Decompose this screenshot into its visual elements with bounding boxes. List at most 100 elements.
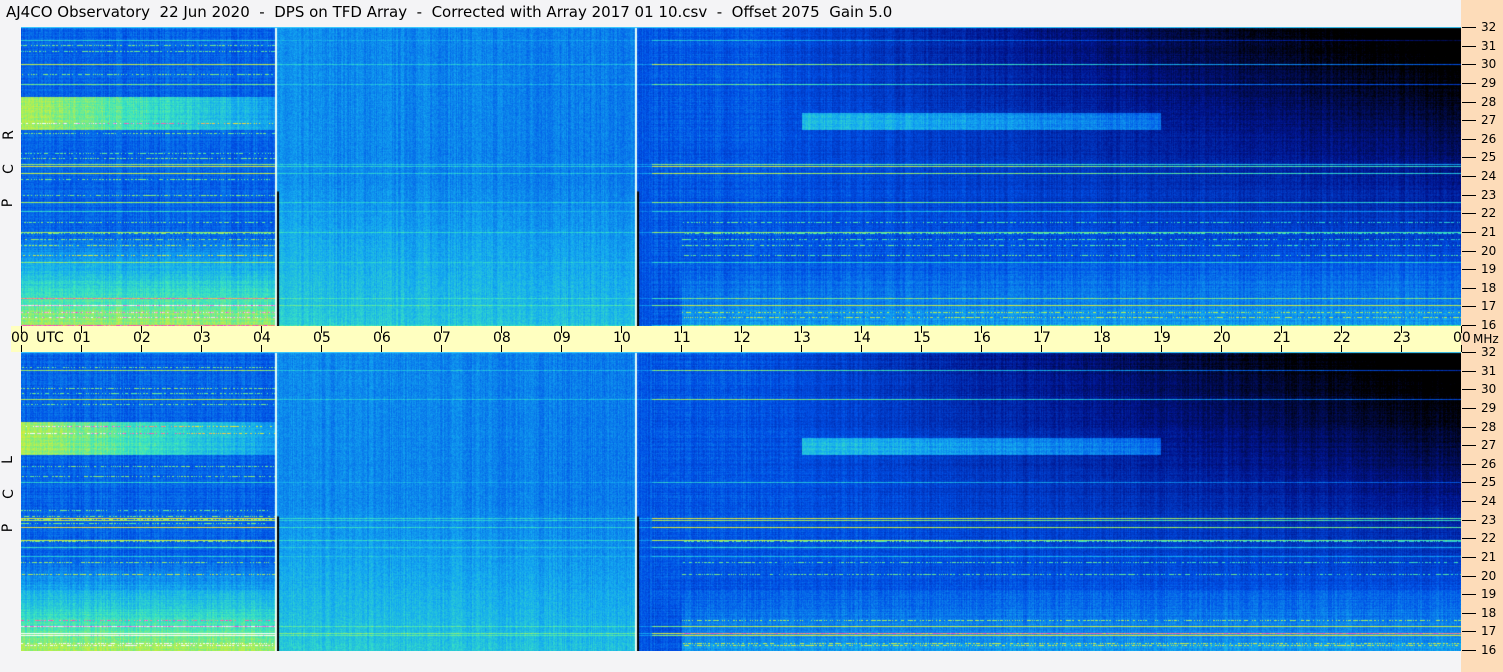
freq-tick (1462, 519, 1476, 521)
time-tick (81, 345, 82, 352)
freq-tick-label: 27 (1481, 113, 1497, 128)
time-unit-label: UTC (36, 330, 64, 346)
freq-tick-label: 22 (1481, 531, 1497, 546)
polarization-label: P (0, 198, 17, 208)
time-tick (1461, 345, 1462, 352)
freq-tick (1462, 27, 1476, 28)
time-tick (561, 345, 562, 352)
time-tick-label: 16 (973, 330, 991, 346)
freq-tick-label: 16 (1481, 643, 1497, 657)
freq-tick-label: 31 (1481, 38, 1497, 53)
spectrogram-rcp (21, 27, 1461, 326)
freq-tick-label: 25 (1481, 475, 1497, 490)
time-tick-label: 06 (373, 330, 391, 346)
freq-tick-label: 28 (1481, 419, 1497, 434)
freq-tick-label: 30 (1481, 57, 1497, 72)
freq-tick (1462, 194, 1476, 196)
polarization-label: C (0, 489, 17, 499)
freq-tick-label: 24 (1481, 494, 1497, 508)
time-tick-label: 04 (253, 330, 271, 346)
freq-tick-label: 32 (1481, 20, 1497, 34)
time-tick-label: 09 (553, 330, 571, 346)
time-tick-label: 01 (73, 330, 91, 346)
freq-tick (1462, 352, 1476, 353)
time-tick (861, 345, 862, 352)
freq-tick (1462, 45, 1476, 47)
freq-tick (1462, 612, 1476, 614)
freq-tick (1462, 269, 1476, 271)
freq-tick-label: 16 (1481, 318, 1497, 332)
time-tick-label: 20 (1213, 330, 1231, 346)
freq-tick-label: 19 (1481, 587, 1497, 602)
time-tick-label: 08 (493, 330, 511, 346)
time-tick-label: 21 (1273, 330, 1291, 346)
freq-tick (1462, 426, 1476, 428)
time-tick (1161, 345, 1162, 352)
time-tick (441, 345, 442, 352)
freq-tick-label: 26 (1481, 456, 1497, 471)
time-tick-label: 22 (1333, 330, 1351, 346)
time-tick (681, 345, 682, 352)
freq-tick-label: 32 (1481, 345, 1497, 359)
time-tick-label: 14 (853, 330, 871, 346)
freq-tick (1462, 306, 1476, 308)
freq-tick-label: 17 (1481, 624, 1497, 639)
time-tick (381, 345, 382, 352)
time-tick (981, 345, 982, 352)
time-tick (1221, 345, 1222, 352)
time-tick-label: 23 (1393, 330, 1411, 346)
freq-tick (1462, 445, 1476, 447)
time-tick-label: 02 (133, 330, 151, 346)
freq-tick-label: 31 (1481, 363, 1497, 378)
freq-tick-label: 20 (1481, 243, 1497, 258)
time-tick (1101, 345, 1102, 352)
time-tick-label: 19 (1153, 330, 1171, 346)
freq-tick (1462, 389, 1476, 391)
time-tick (1401, 345, 1402, 352)
freq-tick (1462, 501, 1476, 502)
time-tick-label: 13 (793, 330, 811, 346)
freq-tick (1462, 287, 1476, 289)
freq-tick-label: 17 (1481, 299, 1497, 314)
freq-tick-label: 29 (1481, 75, 1497, 90)
freq-tick-label: 23 (1481, 512, 1497, 527)
time-tick (801, 345, 802, 352)
freq-tick-label: 21 (1481, 549, 1497, 564)
freq-unit-label: MHz (1473, 332, 1499, 346)
spectrogram-lcp (21, 352, 1461, 651)
freq-tick (1462, 120, 1476, 122)
freq-tick-label: 22 (1481, 206, 1497, 221)
freq-tick (1462, 463, 1476, 465)
freq-tick (1462, 556, 1476, 558)
time-tick (741, 345, 742, 352)
freq-tick (1462, 407, 1476, 409)
time-tick (501, 345, 502, 352)
freq-tick (1462, 482, 1476, 484)
time-tick (21, 345, 22, 352)
freq-tick-label: 20 (1481, 568, 1497, 583)
time-tick (1041, 345, 1042, 352)
polarization-label: C (0, 164, 17, 174)
freq-tick-label: 18 (1481, 280, 1497, 295)
freq-tick (1462, 250, 1476, 252)
freq-tick-label: 27 (1481, 438, 1497, 453)
time-tick-label: 15 (913, 330, 931, 346)
time-tick (201, 345, 202, 352)
freq-tick (1462, 575, 1476, 577)
freq-tick (1462, 231, 1476, 233)
polarization-label: R (0, 130, 17, 140)
freq-tick-label: 21 (1481, 224, 1497, 239)
polarization-label: L (0, 456, 16, 464)
time-tick-label: 18 (1093, 330, 1111, 346)
polarization-label: P (0, 523, 17, 533)
time-tick (141, 345, 142, 352)
freq-tick-label: 25 (1481, 150, 1497, 165)
time-tick (321, 345, 322, 352)
time-tick-label: 05 (313, 330, 331, 346)
chart-title: AJ4CO Observatory 22 Jun 2020 - DPS on T… (6, 3, 893, 21)
freq-tick (1462, 176, 1476, 177)
time-tick (1281, 345, 1282, 352)
freq-tick (1462, 64, 1476, 66)
time-tick-label: 07 (433, 330, 451, 346)
freq-tick (1462, 325, 1476, 326)
